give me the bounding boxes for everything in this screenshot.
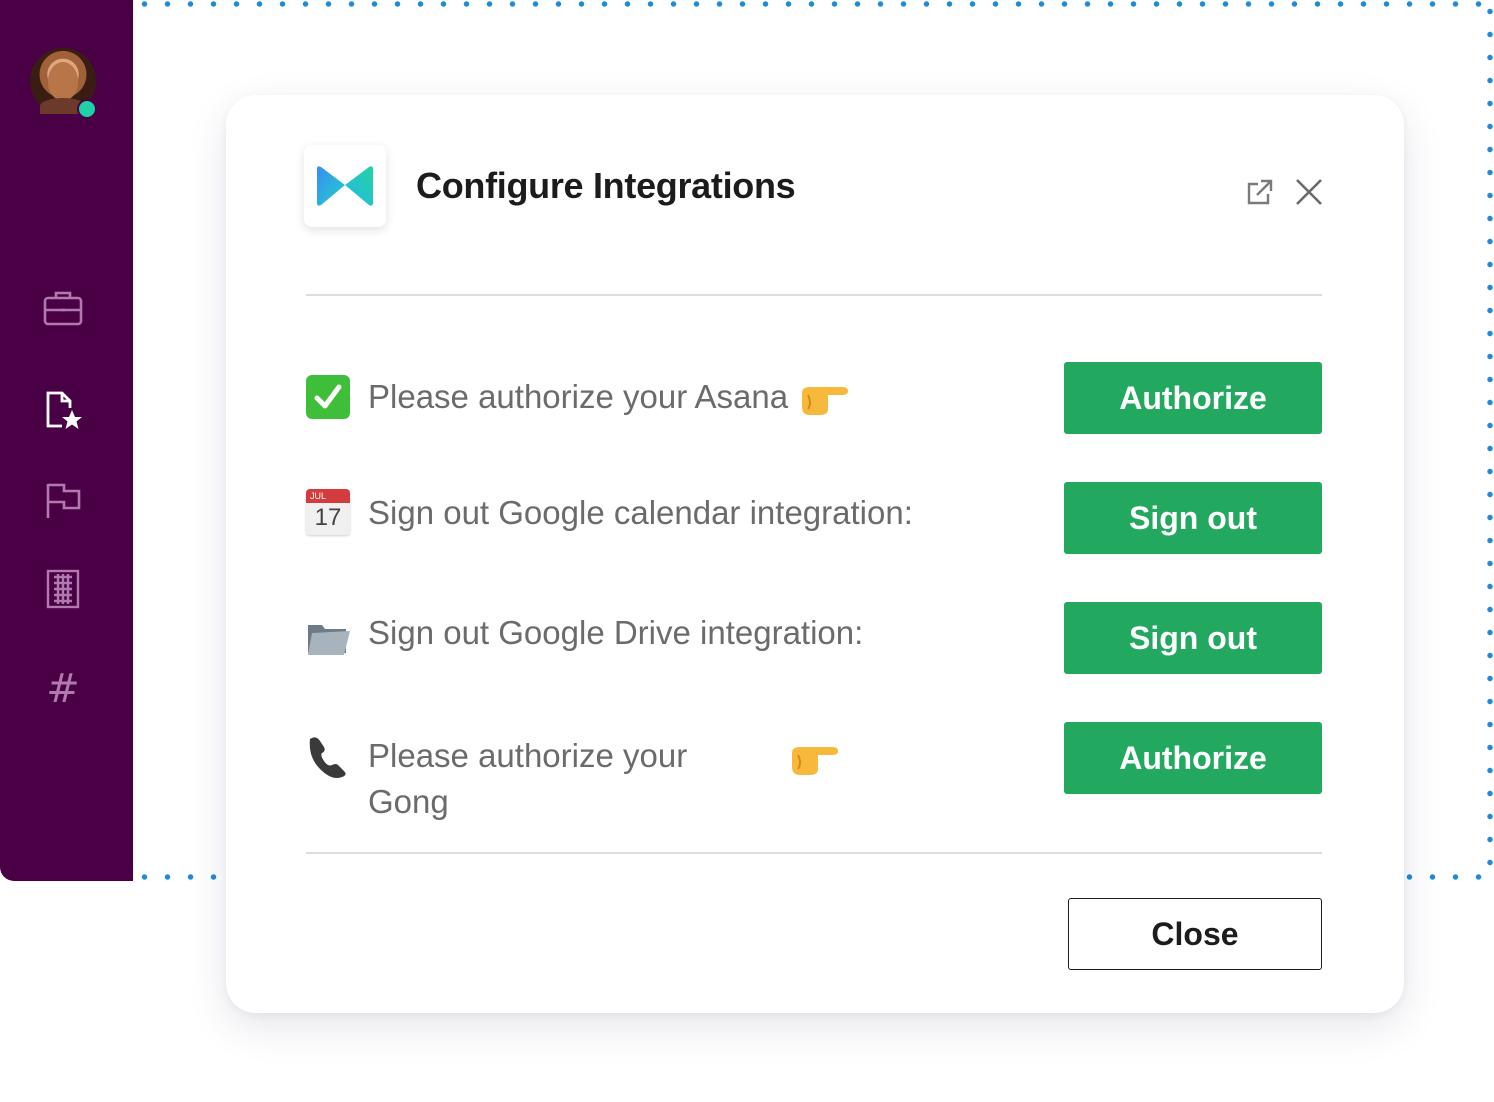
- pointing-hand-icon: [788, 737, 842, 777]
- dotted-border-top: [133, 0, 1494, 8]
- integration-label-gong: Please authorize your Gong: [368, 733, 687, 825]
- dotted-border-right: [1486, 0, 1494, 882]
- integration-label-google-drive: Sign out Google Drive integration:: [368, 614, 864, 651]
- bowtie-logo-icon: [317, 166, 373, 206]
- integration-label-google-calendar: Sign out Google calendar integration:: [368, 494, 913, 531]
- integration-row-google-drive: Sign out Google Drive integration: Sign …: [306, 602, 1322, 705]
- sidebar: #: [0, 0, 133, 881]
- integration-row-asana: Please authorize your Asana Authorize: [306, 362, 1322, 465]
- check-mark-icon: [306, 375, 350, 419]
- integration-row-gong: Please authorize your Gong Authorize: [306, 722, 1322, 865]
- avatar-face: [48, 62, 78, 100]
- calendar-day: 17: [314, 504, 342, 531]
- integration-label-gong-line1: Please authorize your: [368, 737, 688, 774]
- document-star-icon[interactable]: [40, 388, 86, 434]
- configure-integrations-dialog: Configure Integrations Please authorize …: [226, 95, 1404, 1013]
- flag-icon[interactable]: [40, 478, 86, 524]
- hash-icon[interactable]: #: [40, 666, 86, 712]
- header-divider: [306, 294, 1322, 296]
- footer-divider: [306, 852, 1322, 854]
- pointing-hand-icon: [798, 377, 852, 417]
- building-icon[interactable]: [40, 566, 86, 612]
- briefcase-icon[interactable]: [40, 286, 86, 332]
- sign-out-google-calendar-button[interactable]: Sign out: [1064, 482, 1322, 554]
- close-button[interactable]: Close: [1068, 898, 1322, 970]
- telephone-icon: [306, 735, 350, 779]
- integration-label-gong-line2: Gong: [368, 783, 449, 820]
- open-external-icon[interactable]: [1242, 175, 1276, 209]
- integration-row-google-calendar: JUL 17 Sign out Google calendar integrat…: [306, 482, 1322, 585]
- dialog-title: Configure Integrations: [416, 165, 796, 206]
- authorize-asana-button[interactable]: Authorize: [1064, 362, 1322, 434]
- calendar-icon: JUL 17: [306, 489, 350, 535]
- folder-icon: [306, 615, 350, 659]
- calendar-month: JUL: [306, 489, 350, 503]
- close-icon[interactable]: [1292, 175, 1326, 209]
- online-status-indicator: [77, 99, 97, 119]
- app-logo: [304, 145, 386, 227]
- integration-label-asana: Please authorize your Asana: [368, 378, 789, 415]
- sign-out-google-drive-button[interactable]: Sign out: [1064, 602, 1322, 674]
- authorize-gong-button[interactable]: Authorize: [1064, 722, 1322, 794]
